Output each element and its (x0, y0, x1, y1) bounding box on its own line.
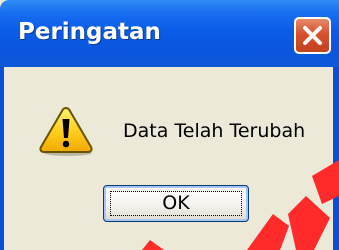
close-button[interactable] (294, 17, 331, 54)
ok-button-label: OK (162, 192, 190, 214)
title-bar[interactable]: Peringatan (0, 0, 339, 67)
warning-icon (39, 106, 93, 156)
window-frame-left (0, 67, 4, 250)
ok-button[interactable]: OK (103, 185, 249, 222)
warning-dialog: Peringatan Data Telah Terubah OK (0, 0, 339, 250)
dialog-title: Peringatan (18, 19, 161, 45)
dialog-message: Data Telah Terubah (123, 120, 306, 142)
window-frame-right (333, 67, 339, 250)
close-icon (303, 26, 322, 45)
